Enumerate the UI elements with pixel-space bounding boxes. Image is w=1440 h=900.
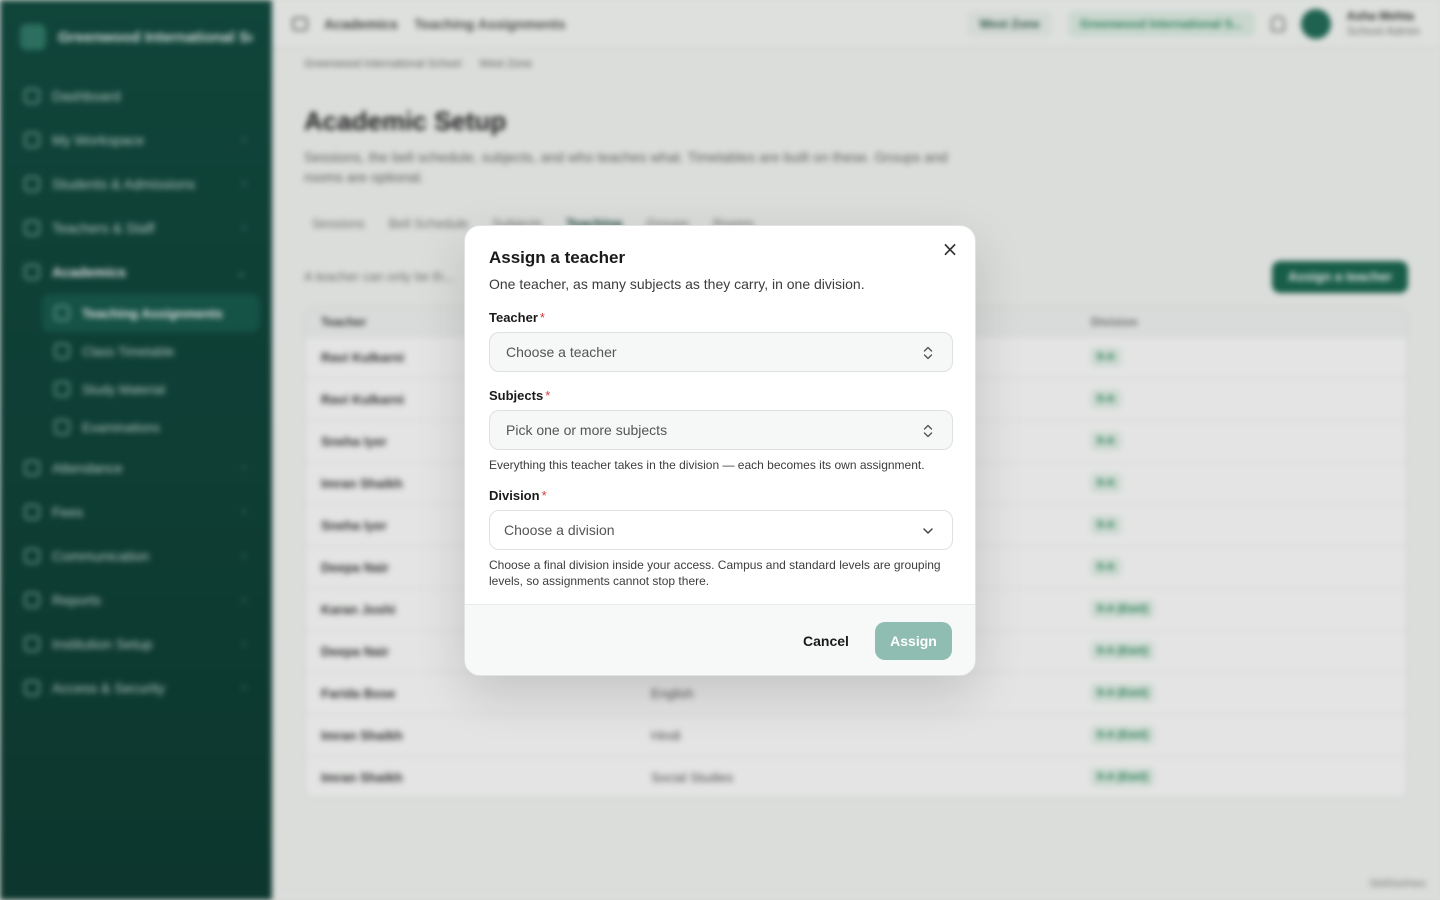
subjects-multiselect[interactable]: Pick one or more subjects xyxy=(489,410,953,450)
chevron-up-down-icon xyxy=(923,346,933,360)
required-mark: * xyxy=(541,488,547,503)
dialog-subtitle: One teacher, as many subjects as they ca… xyxy=(489,276,865,292)
required-mark: * xyxy=(539,310,545,325)
assign-button[interactable]: Assign xyxy=(875,622,952,660)
chevron-down-icon xyxy=(923,528,933,534)
teacher-placeholder: Choose a teacher xyxy=(506,344,617,360)
subjects-label: Subjects * xyxy=(489,388,551,403)
teacher-select[interactable]: Choose a teacher xyxy=(489,332,953,372)
required-mark: * xyxy=(545,388,551,403)
division-label: Division * xyxy=(489,488,547,503)
dialog-footer: Cancel Assign xyxy=(465,604,975,675)
cancel-button[interactable]: Cancel xyxy=(795,622,857,660)
dialog-title: Assign a teacher xyxy=(489,248,626,267)
subjects-help-text: Everything this teacher takes in the div… xyxy=(489,458,925,472)
division-placeholder: Choose a division xyxy=(504,522,615,538)
assign-teacher-dialog: × Assign a teacher One teacher, as many … xyxy=(464,225,976,676)
close-icon: × xyxy=(941,237,959,261)
chevron-up-down-icon xyxy=(923,424,933,438)
subjects-placeholder: Pick one or more subjects xyxy=(506,422,668,438)
division-select[interactable]: Choose a division xyxy=(489,510,953,550)
close-button[interactable]: × xyxy=(939,238,961,260)
teacher-label: Teacher * xyxy=(489,310,545,325)
division-help-text: Choose a final division inside your acce… xyxy=(489,558,941,589)
